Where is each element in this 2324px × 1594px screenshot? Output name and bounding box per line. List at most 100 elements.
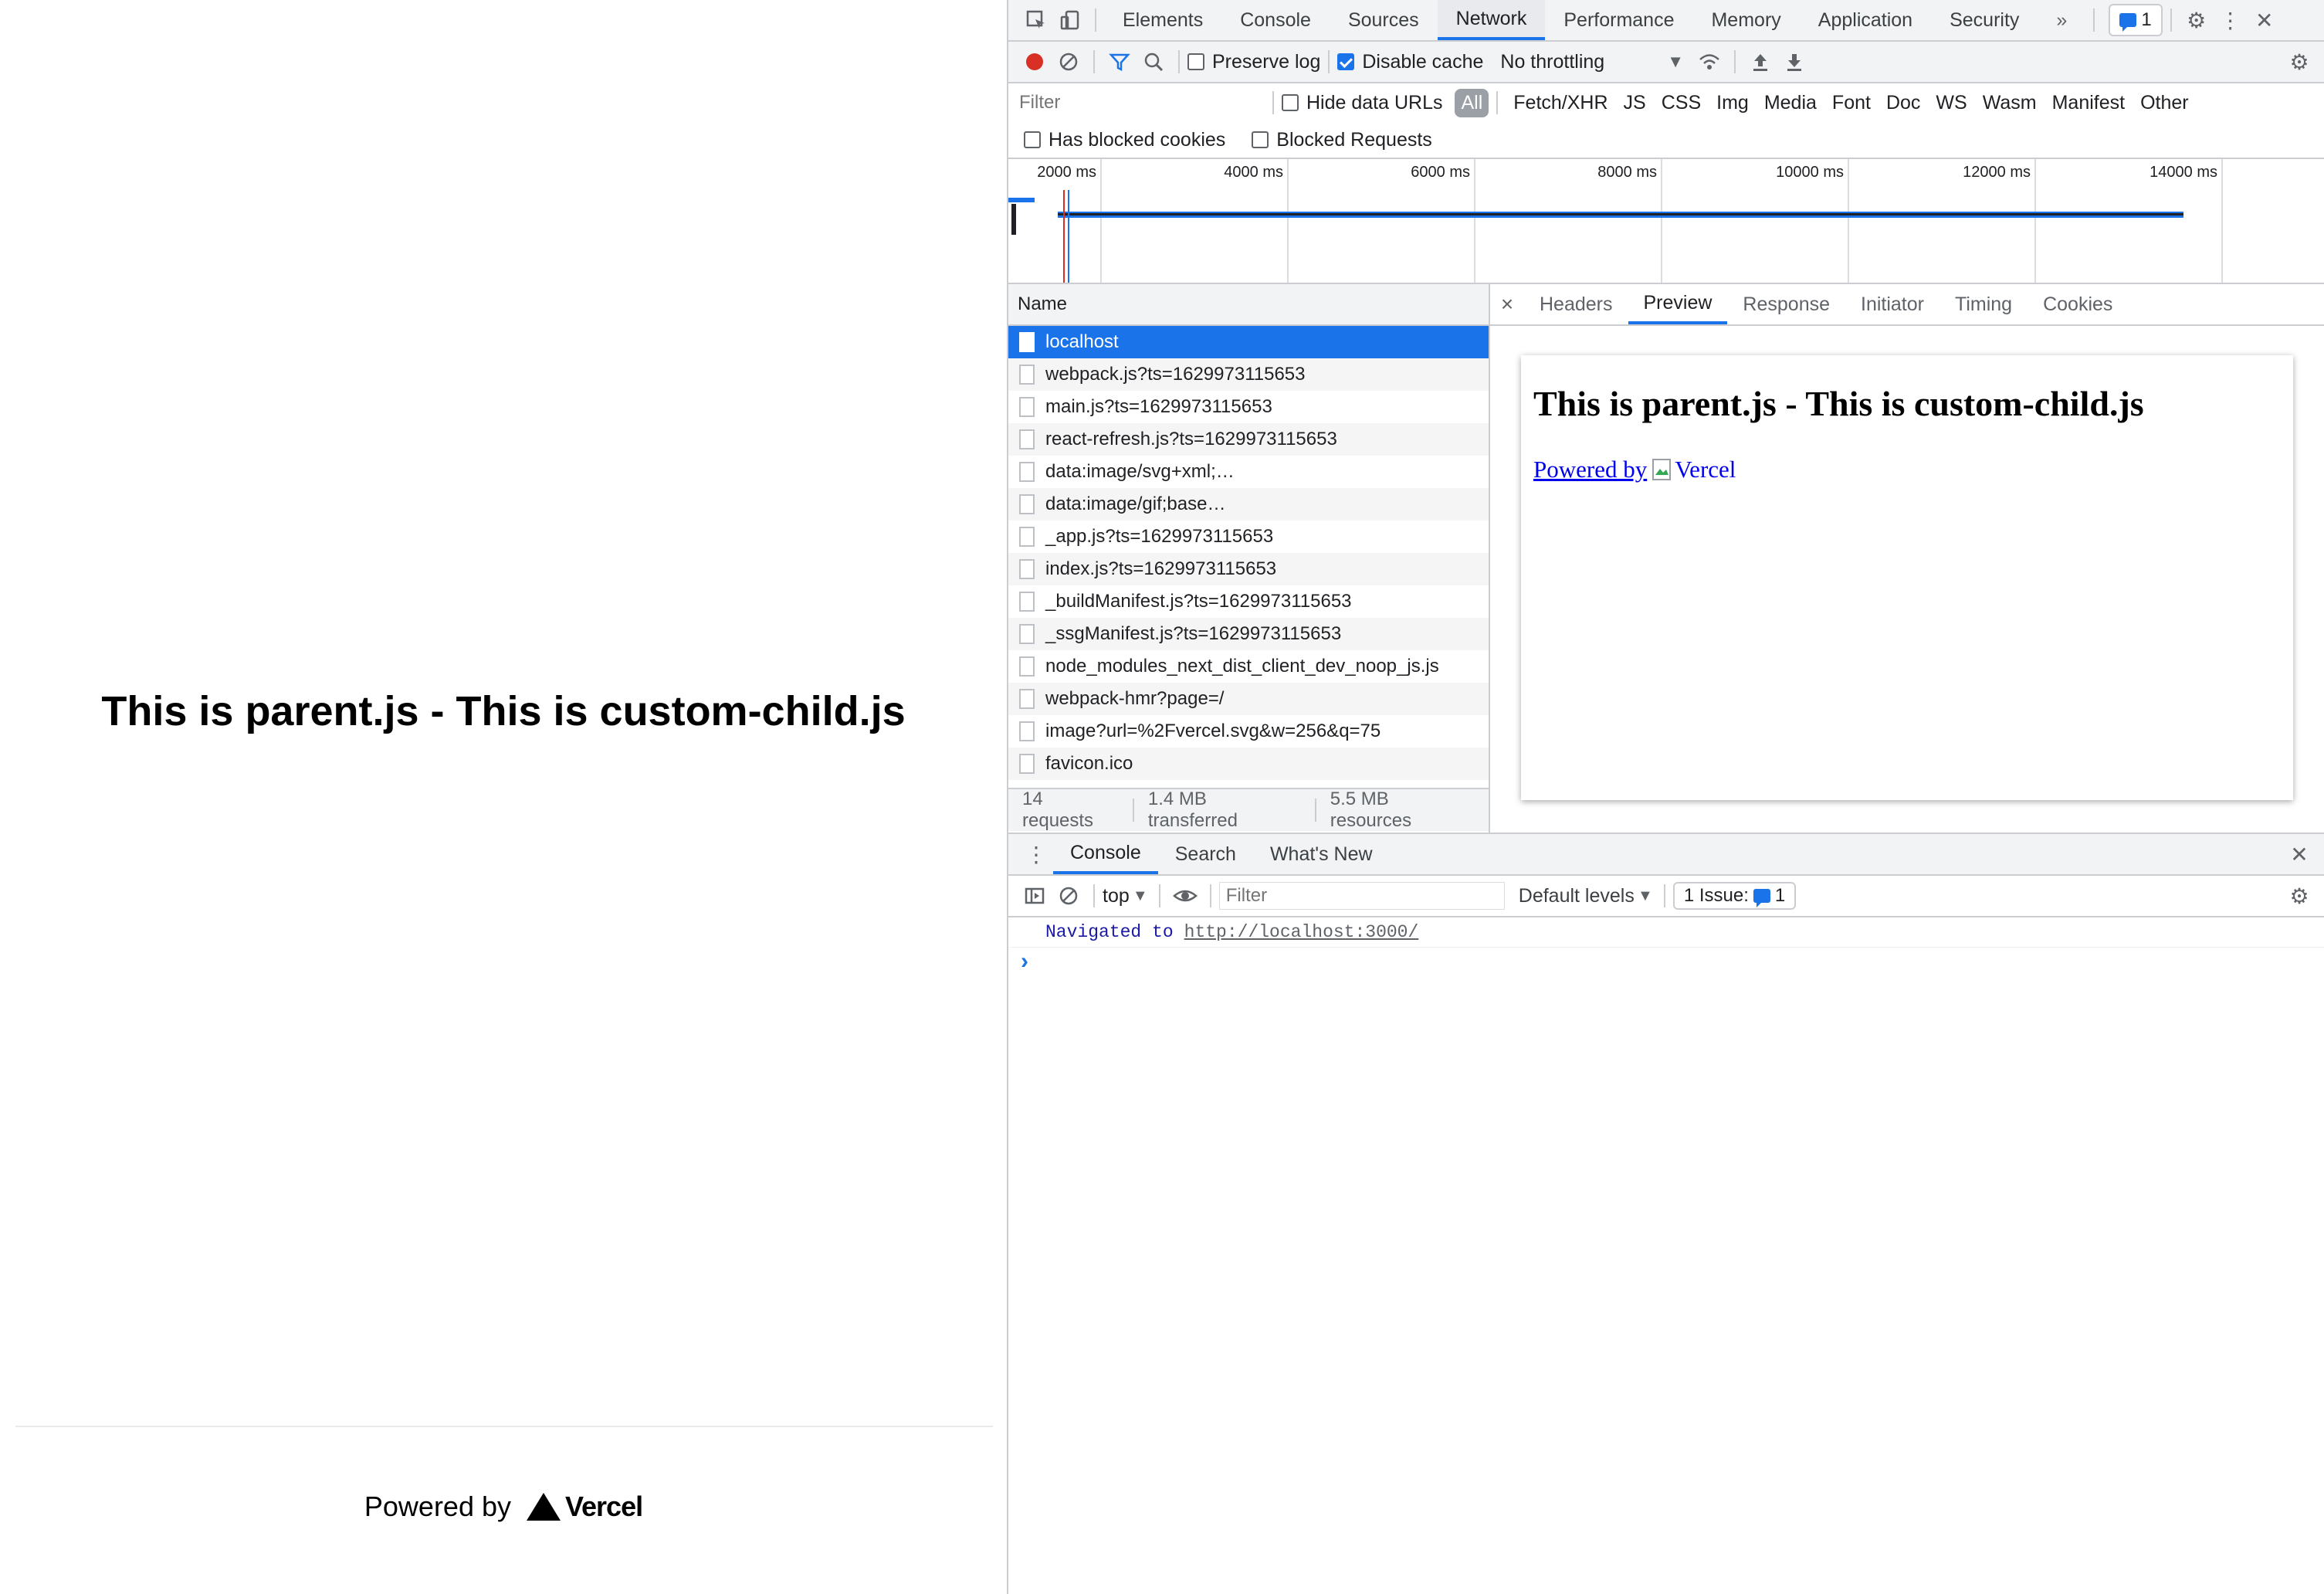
issues-badge[interactable]: 1 <box>2109 4 2163 36</box>
detail-tab-response[interactable]: Response <box>1727 284 1845 324</box>
import-upload-icon[interactable] <box>1743 45 1777 79</box>
detail-tab-headers[interactable]: Headers <box>1524 284 1628 324</box>
footer-powered-by[interactable]: Powered by <box>364 1491 511 1523</box>
console-prompt[interactable]: › <box>1008 948 2324 975</box>
blocked-cookies-checkbox[interactable] <box>1024 131 1041 148</box>
filter-type-other[interactable]: Other <box>2133 92 2197 114</box>
page-viewport: This is parent.js - This is custom-child… <box>0 0 1007 1594</box>
drawer-menu-icon[interactable]: ⋮ <box>1019 837 1053 871</box>
sidebar-toggle-icon[interactable] <box>1018 879 1052 913</box>
request-row[interactable]: _ssgManifest.js?ts=1629973115653 <box>1008 618 1489 650</box>
tab-console[interactable]: Console <box>1221 0 1330 40</box>
page-footer[interactable]: Powered by Vercel <box>0 1491 1007 1523</box>
request-row[interactable]: image?url=%2Fvercel.svg&w=256&q=75 <box>1008 715 1489 748</box>
console-message-link[interactable]: http://localhost:3000/ <box>1184 922 1419 942</box>
context-select[interactable]: top <box>1103 885 1130 907</box>
clear-icon[interactable] <box>1052 45 1086 79</box>
tab-elements[interactable]: Elements <box>1104 0 1221 40</box>
preview-link-text[interactable]: Powered by <box>1533 456 1647 483</box>
filter-type-all[interactable]: All <box>1455 88 1489 117</box>
tab-application[interactable]: Application <box>1800 0 1931 40</box>
request-row[interactable]: localhost <box>1008 326 1489 358</box>
filter-type-font[interactable]: Font <box>1824 92 1879 114</box>
request-row[interactable]: node_modules_next_dist_client_dev_noop_j… <box>1008 650 1489 683</box>
drawer-tabs: Console Search What's New <box>1053 834 1390 874</box>
drawer-tab-console[interactable]: Console <box>1053 834 1158 874</box>
request-row[interactable]: _buildManifest.js?ts=1629973115653 <box>1008 585 1489 618</box>
request-list-header[interactable]: Name <box>1008 284 1489 326</box>
tab-memory[interactable]: Memory <box>1692 0 1799 40</box>
filter-type-media[interactable]: Media <box>1757 92 1824 114</box>
hide-data-urls-checkbox[interactable] <box>1282 94 1299 111</box>
log-levels-select[interactable]: Default levels <box>1519 885 1635 907</box>
filter-type-ws[interactable]: WS <box>1928 92 1974 114</box>
request-row[interactable]: react-refresh.js?ts=1629973115653 <box>1008 423 1489 456</box>
export-download-icon[interactable] <box>1777 45 1811 79</box>
filter-type-js[interactable]: JS <box>1616 92 1654 114</box>
request-row[interactable]: index.js?ts=1629973115653 <box>1008 553 1489 585</box>
request-row[interactable]: webpack-hmr?page=/ <box>1008 683 1489 715</box>
throttling-select[interactable]: No throttling <box>1500 51 1604 73</box>
disable-cache-checkbox[interactable] <box>1337 53 1355 70</box>
filter-type-img[interactable]: Img <box>1709 92 1757 114</box>
request-row[interactable]: webpack.js?ts=1629973115653 <box>1008 358 1489 391</box>
request-row[interactable]: data:image/svg+xml;… <box>1008 456 1489 488</box>
network-overview-timeline[interactable]: 2000 ms 4000 ms 6000 ms 8000 ms 10000 ms 1200… <box>1008 159 2324 284</box>
close-detail-icon[interactable]: × <box>1490 287 1524 321</box>
close-devtools-icon[interactable]: ✕ <box>2248 3 2282 37</box>
request-row[interactable]: favicon.ico <box>1008 748 1489 780</box>
filter-type-fetch-xhr[interactable]: Fetch/XHR <box>1506 92 1615 114</box>
device-toolbar-icon[interactable] <box>1053 3 1087 37</box>
preview-link[interactable]: Powered by Vercel <box>1533 456 1736 483</box>
filter-input[interactable] <box>1018 89 1265 117</box>
levels-chevron-down-icon[interactable]: ▼ <box>1635 879 1656 913</box>
detail-tab-timing[interactable]: Timing <box>1939 284 2028 324</box>
detail-tab-preview[interactable]: Preview <box>1628 284 1728 324</box>
blocked-requests-checkbox[interactable] <box>1252 131 1269 148</box>
detail-tab-initiator[interactable]: Initiator <box>1845 284 1939 324</box>
context-chevron-down-icon[interactable]: ▼ <box>1130 879 1151 913</box>
clear-console-icon[interactable] <box>1052 879 1086 913</box>
file-icon <box>1019 332 1035 352</box>
console-filter-input[interactable] <box>1218 882 1505 910</box>
live-expression-eye-icon[interactable] <box>1168 879 1202 913</box>
tab-network[interactable]: Network <box>1437 0 1546 40</box>
request-row[interactable]: _app.js?ts=1629973115653 <box>1008 521 1489 553</box>
chevron-down-icon[interactable]: ▼ <box>1658 45 1692 79</box>
record-icon[interactable] <box>1018 45 1052 79</box>
network-settings-gear-icon[interactable]: ⚙ <box>2282 45 2316 79</box>
request-name: data:image/gif;base… <box>1045 493 1226 514</box>
filter-type-manifest[interactable]: Manifest <box>2045 92 2133 114</box>
network-conditions-wifi-icon[interactable] <box>1692 45 1726 79</box>
more-tabs-icon[interactable]: » <box>2038 0 2085 40</box>
vercel-logo[interactable]: Vercel <box>527 1491 643 1523</box>
filter-type-wasm[interactable]: Wasm <box>1975 92 2045 114</box>
filter-type-css[interactable]: CSS <box>1654 92 1709 114</box>
filter-type-doc[interactable]: Doc <box>1879 92 1928 114</box>
toolbar-separator <box>1093 884 1095 907</box>
drawer-tab-what-s-new[interactable]: What's New <box>1253 834 1390 874</box>
more-options-icon[interactable]: ⋮ <box>2214 3 2248 37</box>
detail-tab-cookies[interactable]: Cookies <box>2028 284 2128 324</box>
tab-performance[interactable]: Performance <box>1545 0 1692 40</box>
filter-funnel-icon[interactable] <box>1103 45 1137 79</box>
file-icon <box>1019 624 1035 644</box>
request-row[interactable]: data:image/gif;base… <box>1008 488 1489 521</box>
file-icon <box>1019 559 1035 579</box>
tab-security[interactable]: Security <box>1931 0 2038 40</box>
console-issues-badge[interactable]: 1 Issue: 1 <box>1672 882 1797 910</box>
network-toolbar: Preserve log Disable cache No throttling… <box>1008 42 2324 83</box>
file-icon <box>1019 754 1035 774</box>
timeline-tick-label: 12000 ms <box>1963 164 2031 181</box>
drawer-tab-search[interactable]: Search <box>1158 834 1253 874</box>
inspect-element-icon[interactable] <box>1019 3 1053 37</box>
search-icon[interactable] <box>1137 45 1170 79</box>
timeline-tick-label: 10000 ms <box>1776 164 1844 181</box>
console-settings-gear-icon[interactable]: ⚙ <box>2282 879 2316 913</box>
settings-gear-icon[interactable]: ⚙ <box>2180 3 2214 37</box>
tab-sources[interactable]: Sources <box>1330 0 1438 40</box>
vercel-logo-text: Vercel <box>565 1491 643 1522</box>
close-drawer-icon[interactable]: ✕ <box>2282 837 2316 871</box>
request-row[interactable]: main.js?ts=1629973115653 <box>1008 391 1489 423</box>
preserve-log-checkbox[interactable] <box>1187 53 1204 70</box>
